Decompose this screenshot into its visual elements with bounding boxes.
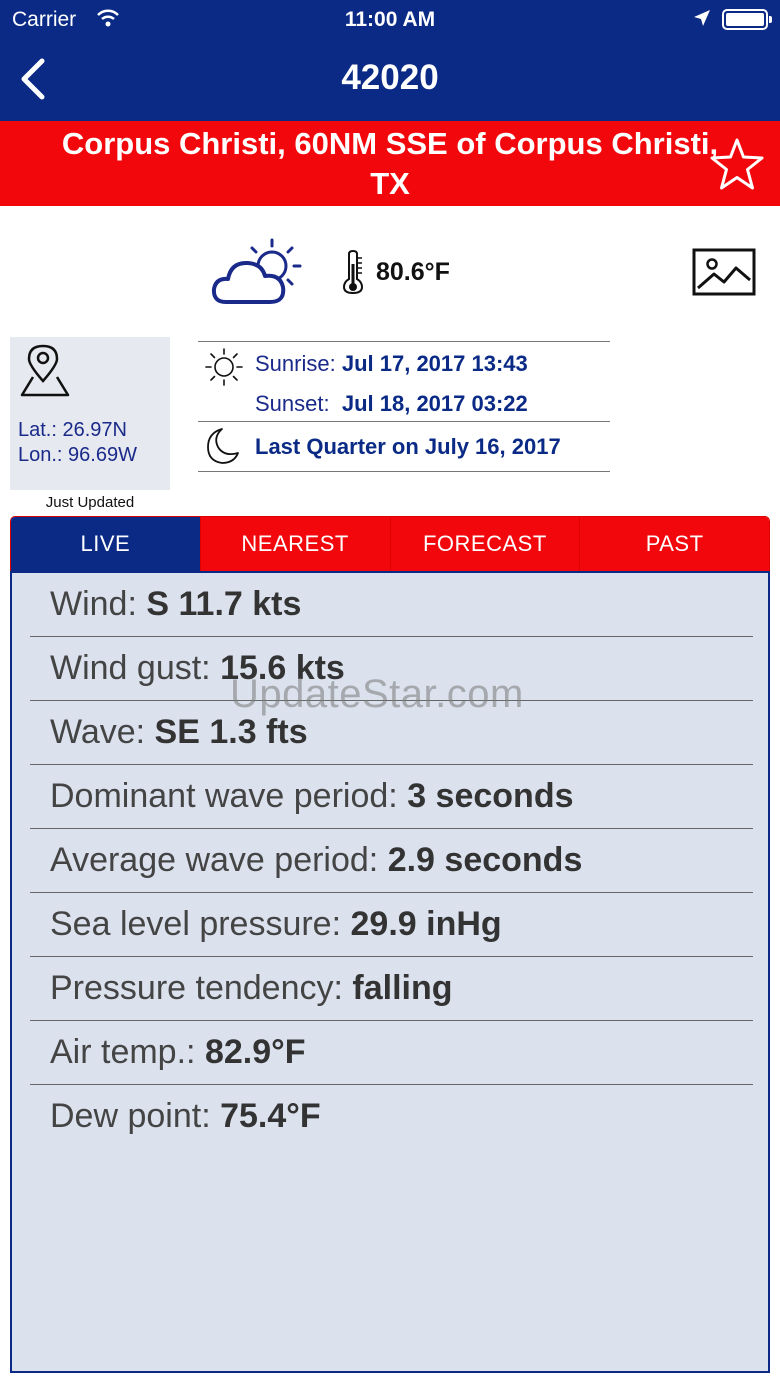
top-bar: Carrier 11:00 AM 42020 (0, 0, 780, 121)
latitude-value: 26.97N (62, 419, 127, 441)
tab-nearest[interactable]: NEAREST (199, 517, 390, 571)
map-pin-icon[interactable] (18, 343, 72, 402)
list-item: Pressure tendency: falling (30, 957, 753, 1021)
obs-label: Wind: (50, 585, 137, 623)
sunrise-row: Sunrise: Jul 17, 2017 13:43 (255, 351, 528, 377)
list-item: Wind: S 11.7 kts (30, 573, 753, 637)
moon-icon (204, 427, 240, 470)
list-item: Sea level pressure: 29.9 inHg (30, 893, 753, 957)
obs-value: 82.9°F (204, 1033, 306, 1071)
divider (198, 341, 610, 342)
watermark: UpdateStar.com (230, 672, 524, 716)
list-item: Dominant wave period: 3 seconds (30, 765, 753, 829)
tab-live[interactable]: LIVE (11, 517, 200, 571)
obs-value: 3 seconds (407, 777, 574, 815)
sunset-row: Sunset: Jul 18, 2017 03:22 (255, 391, 528, 417)
sunset-value: Jul 18, 2017 03:22 (341, 391, 528, 416)
obs-value: falling (352, 969, 453, 1007)
partly-cloudy-icon (210, 236, 315, 313)
photo-icon[interactable] (692, 248, 756, 301)
obs-value: 2.9 seconds (387, 841, 583, 879)
longitude: Lon.: 96.69W (18, 444, 137, 467)
obs-label: Wave: (50, 713, 146, 751)
obs-label: Air temp.: (50, 1033, 196, 1071)
sun-icon (204, 347, 244, 392)
list-item: Average wave period: 2.9 seconds (30, 829, 753, 893)
longitude-label: Lon.: (18, 444, 63, 466)
sunrise-value: Jul 17, 2017 13:43 (341, 351, 528, 376)
obs-value: 75.4°F (220, 1097, 321, 1135)
current-temperature: 80.6°F (376, 258, 450, 286)
status-bar: Carrier 11:00 AM (0, 0, 780, 40)
longitude-value: 96.69W (68, 444, 137, 466)
divider (198, 421, 610, 422)
obs-label: Dew point: (50, 1097, 211, 1135)
update-status: Just Updated (45, 494, 135, 511)
sunset-label: Sunset: (255, 391, 330, 416)
thermometer-icon (341, 249, 365, 299)
obs-label: Sea level pressure: (50, 905, 342, 943)
tab-forecast[interactable]: FORECAST (389, 517, 580, 571)
moon-phase: Last Quarter on July 16, 2017 (255, 434, 561, 459)
obs-value: SE 1.3 fts (154, 713, 308, 751)
station-banner: Corpus Christi, 60NM SSE of Corpus Chris… (0, 121, 780, 206)
obs-value: 29.9 inHg (350, 905, 502, 943)
status-time: 11:00 AM (344, 8, 436, 31)
location-arrow-icon (693, 9, 711, 33)
latitude: Lat.: 26.97N (18, 419, 127, 442)
page-title: 42020 (341, 58, 439, 97)
obs-value: S 11.7 kts (146, 585, 302, 623)
location-box: Lat.: 26.97N Lon.: 96.69W (10, 337, 170, 490)
list-item: Dew point: 75.4°F (30, 1085, 753, 1149)
latitude-label: Lat.: (18, 419, 57, 441)
tab-bar: LIVE NEAREST FORECAST PAST (10, 516, 770, 572)
sunrise-label: Sunrise: (255, 351, 336, 376)
obs-label: Pressure tendency: (50, 969, 343, 1007)
moon-phase-row: Last Quarter on July 16, 2017 (255, 434, 561, 460)
list-item: Air temp.: 82.9°F (30, 1021, 753, 1085)
obs-label: Dominant wave period: (50, 777, 398, 815)
divider (198, 471, 610, 472)
obs-label: Wind gust: (50, 649, 211, 687)
station-name: Corpus Christi, 60NM SSE of Corpus Chris… (61, 126, 719, 201)
favorite-star-icon[interactable] (708, 136, 766, 197)
tab-past[interactable]: PAST (579, 517, 769, 571)
battery-icon (722, 9, 772, 30)
obs-label: Average wave period: (50, 841, 379, 879)
